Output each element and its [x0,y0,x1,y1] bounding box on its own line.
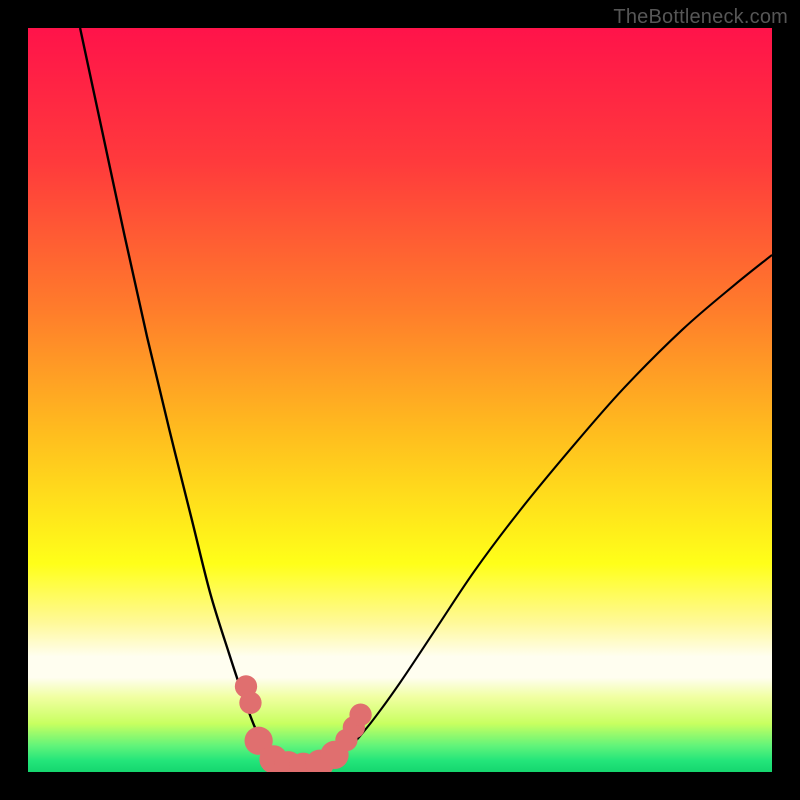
curves-layer [28,28,772,772]
left-curve [80,28,303,771]
marker-group [235,675,372,772]
outer-frame: TheBottleneck.com [0,0,800,800]
data-marker [349,704,371,726]
data-marker [239,692,261,714]
right-curve [303,255,772,771]
watermark-text: TheBottleneck.com [613,6,788,29]
plot-area [28,28,772,772]
